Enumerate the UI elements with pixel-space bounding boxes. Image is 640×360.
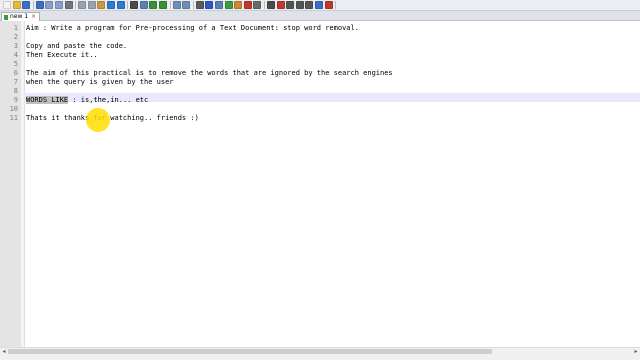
line-text: Then Execute it.. (26, 51, 98, 59)
show-all-chars-icon[interactable] (205, 1, 214, 9)
new-file-icon[interactable] (3, 1, 11, 9)
line-number: 5 (13, 60, 18, 68)
line-number: 2 (13, 33, 18, 41)
line-number: 4 (13, 51, 18, 59)
print-icon[interactable] (64, 1, 73, 9)
toolbar-separator (75, 1, 77, 9)
record-macro-icon[interactable] (276, 1, 285, 9)
line-number: 9 (13, 96, 18, 104)
selected-text: WORDS LIKE (26, 96, 69, 104)
scroll-left-icon[interactable]: ◂ (1, 348, 7, 355)
toolbar-separator (32, 1, 34, 9)
line-number: 8 (13, 87, 18, 95)
editor-line[interactable]: 2 (0, 33, 640, 42)
line-text: The aim of this practical is to remove t… (26, 69, 393, 77)
toolbar-separator (169, 1, 171, 9)
toolbar-separator (264, 1, 265, 9)
sync-horizontal-icon[interactable] (182, 1, 191, 9)
undo-icon[interactable] (107, 1, 115, 9)
line-number: 1 (13, 24, 18, 32)
indent-guide-icon[interactable] (215, 1, 223, 9)
line-number: 6 (13, 69, 18, 77)
horizontal-scrollbar[interactable]: ◂ ▸ (0, 347, 640, 355)
user-language-icon[interactable] (224, 1, 233, 9)
tab-close-icon[interactable]: × (31, 13, 36, 21)
editor-line[interactable]: 6 The aim of this practical is to remove … (0, 69, 640, 78)
doc-map-icon[interactable] (234, 1, 243, 9)
monitor-icon[interactable] (267, 1, 275, 9)
paste-icon[interactable] (97, 1, 106, 9)
line-text: when the query is given by the user (26, 78, 174, 86)
line-number: 7 (13, 78, 18, 86)
tab-bar: new 1 × (0, 11, 640, 21)
editor-line[interactable]: 1 Aim : Write a program for Pre-processin… (0, 24, 640, 33)
editor-area[interactable]: 1 Aim : Write a program for Pre-processin… (0, 21, 640, 347)
open-file-icon[interactable] (12, 1, 21, 9)
toolbar-separator (335, 1, 337, 9)
editor-line[interactable]: 7 when the query is given by the user (0, 78, 640, 87)
editor-line[interactable]: 8 (0, 87, 640, 96)
line-number: 11 (9, 114, 18, 122)
line-number: 3 (13, 42, 18, 50)
toolbar-separator (127, 1, 129, 9)
file-tab-icon (4, 14, 8, 20)
tab-label: new 1 (10, 13, 29, 20)
save-all-icon[interactable] (35, 1, 44, 9)
editor-line[interactable]: 4 Then Execute it.. (0, 51, 640, 60)
toolbar (0, 0, 640, 11)
line-text: WORDS LIKE : is,the,in... etc (26, 96, 148, 105)
scrollbar-thumb[interactable] (8, 349, 492, 354)
close-icon[interactable] (45, 1, 54, 9)
sync-vertical-icon[interactable] (172, 1, 181, 9)
line-text: Copy and paste the code. (26, 42, 128, 50)
folder-workspace-icon[interactable] (253, 1, 262, 9)
save-macro-icon[interactable] (315, 1, 323, 9)
zoom-out-icon[interactable] (159, 1, 167, 9)
status-bar (0, 355, 640, 360)
play-multiple-icon[interactable] (305, 1, 314, 9)
line-text: Aim : Write a program for Pre-processing… (26, 24, 359, 32)
zoom-in-icon[interactable] (149, 1, 158, 9)
cut-icon[interactable] (78, 1, 87, 9)
spell-check-icon[interactable] (324, 1, 333, 9)
copy-icon[interactable] (87, 1, 96, 9)
redo-icon[interactable] (116, 1, 125, 9)
save-icon[interactable] (22, 1, 31, 9)
line-text-rest: : is,the,in... etc (68, 96, 149, 104)
toolbar-separator (192, 1, 194, 9)
play-macro-icon[interactable] (295, 1, 304, 9)
line-text: Thats it thanks for watching.. friends :… (26, 114, 199, 122)
editor-line[interactable]: 3 Copy and paste the code. (0, 42, 640, 51)
close-all-icon[interactable] (55, 1, 63, 9)
function-list-icon[interactable] (243, 1, 252, 9)
stop-macro-icon[interactable] (286, 1, 295, 9)
editor-line[interactable]: 9 WORDS LIKE : is,the,in... etc (0, 96, 640, 105)
tab-new-1[interactable]: new 1 × (1, 12, 41, 21)
editor-line[interactable]: 5 (0, 60, 640, 69)
mouse-cursor-highlight (86, 108, 110, 132)
scroll-right-icon[interactable]: ▸ (633, 348, 639, 355)
find-icon[interactable] (130, 1, 139, 9)
replace-icon[interactable] (139, 1, 148, 9)
word-wrap-icon[interactable] (195, 1, 204, 9)
line-number: 10 (9, 105, 18, 113)
